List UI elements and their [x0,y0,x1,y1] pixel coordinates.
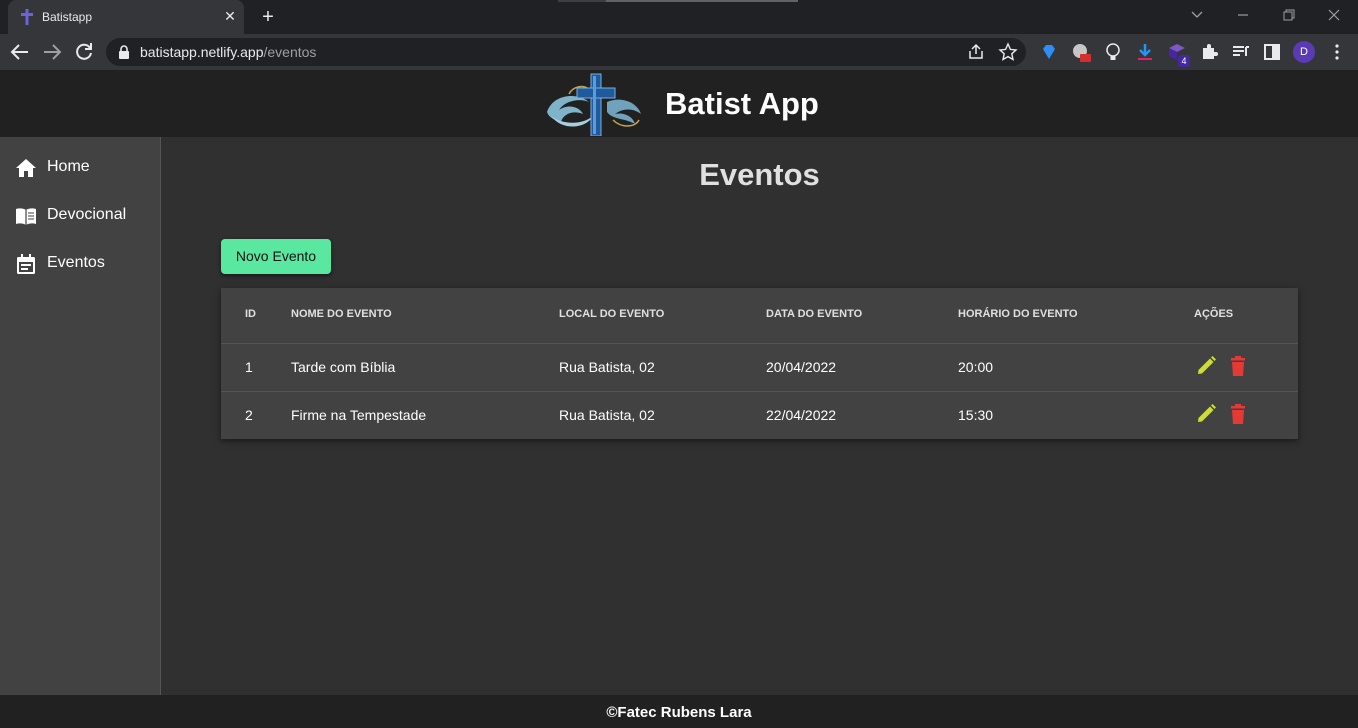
table-row: 1 Tarde com Bíblia Rua Batista, 02 20/04… [221,343,1298,391]
column-header-id[interactable]: ID [245,308,256,320]
novo-evento-button[interactable]: Novo Evento [221,239,331,274]
blocker-extension-icon[interactable] [1071,42,1091,62]
url-text: batistapp.netlify.app/eventos [140,44,316,60]
back-arrow-icon[interactable] [8,40,32,64]
column-header-data[interactable]: DATA DO EVENTO [766,308,862,320]
cell-nome: Tarde com Bíblia [291,359,396,375]
table-row: 2 Firme na Tempestade Rua Batista, 02 22… [221,391,1298,439]
cell-horario: 15:30 [958,407,994,423]
sidebar-item-eventos[interactable]: Eventos [0,244,160,284]
app-title: Batist App [665,86,819,121]
main-content: Eventos Novo Evento ID NOME DO EVENTO LO… [161,137,1358,695]
diamond-extension-icon[interactable] [1039,42,1059,62]
browser-tab-bar: Batistapp ✕ + [0,0,1358,34]
forward-arrow-icon[interactable] [40,40,64,64]
calendar-icon [17,254,35,274]
share-icon[interactable] [966,42,986,62]
column-header-acoes: AÇÕES [1194,308,1234,320]
sidebar: Home Devocional Eventos [0,137,161,695]
sidebar-item-home[interactable]: Home [0,148,160,188]
tab-strip-accent-2 [606,0,798,2]
cell-nome: Firme na Tempestade [291,407,427,423]
side-panel-icon[interactable] [1262,42,1282,62]
footer: ©Fatec Rubens Lara [0,695,1358,728]
download-extension-icon[interactable] [1135,42,1155,62]
delete-trash-icon[interactable] [1227,355,1249,377]
cell-data: 22/04/2022 [766,407,837,423]
footer-text: ©Fatec Rubens Lara [606,704,752,721]
browser-toolbar: batistapp.netlify.app/eventos 4 D [0,34,1358,70]
edit-pencil-icon[interactable] [1195,355,1217,377]
sidebar-item-devocional[interactable]: Devocional [0,196,160,236]
cell-id: 2 [245,407,253,423]
media-playlist-icon[interactable] [1231,42,1251,62]
events-table: ID NOME DO EVENTO LOCAL DO EVENTO DATA D… [221,288,1298,439]
column-header-nome[interactable]: NOME DO EVENTO [291,308,392,320]
cell-id: 1 [245,359,253,375]
tab-close-icon[interactable]: ✕ [222,8,238,24]
cell-data: 20/04/2022 [766,359,837,375]
app-header: Batist App [0,70,1358,137]
sidebar-item-label: Home [47,158,90,175]
close-window-icon[interactable] [1324,6,1344,24]
edit-pencil-icon[interactable] [1195,403,1217,425]
sidebar-item-label: Devocional [47,206,127,223]
browser-tab[interactable]: Batistapp ✕ [8,0,244,34]
tab-title: Batistapp [42,10,93,24]
more-menu-icon[interactable] [1327,42,1347,62]
column-header-local[interactable]: LOCAL DO EVENTO [559,308,664,320]
sidebar-item-label: Eventos [47,254,105,271]
cross-logo-icon [547,73,641,136]
column-header-horario[interactable]: HORÁRIO DO EVENTO [958,308,1078,320]
cell-local: Rua Batista, 02 [559,359,655,375]
cell-horario: 20:00 [958,359,994,375]
url-path: /eventos [263,44,317,60]
cross-favicon-icon [21,9,33,25]
restore-icon[interactable] [1279,6,1299,24]
puzzle-extensions-icon[interactable] [1199,42,1219,62]
reload-icon[interactable] [72,40,96,64]
url-host: batistapp.netlify.app [140,44,264,60]
home-icon [16,159,36,177]
lock-icon [119,45,129,59]
bookmark-star-icon[interactable] [998,42,1018,62]
profile-avatar[interactable]: D [1293,41,1315,63]
book-icon [16,208,36,225]
address-bar[interactable]: batistapp.netlify.app/eventos [106,38,1026,66]
minimize-icon[interactable] [1233,6,1253,24]
page-title: Eventos [699,157,820,192]
new-tab-button[interactable]: + [258,7,278,27]
cell-local: Rua Batista, 02 [559,407,655,423]
extension-badge: 4 [1178,55,1190,67]
bulb-extension-icon[interactable] [1103,42,1123,62]
tab-search-icon[interactable] [1187,6,1207,24]
delete-trash-icon[interactable] [1227,403,1249,425]
